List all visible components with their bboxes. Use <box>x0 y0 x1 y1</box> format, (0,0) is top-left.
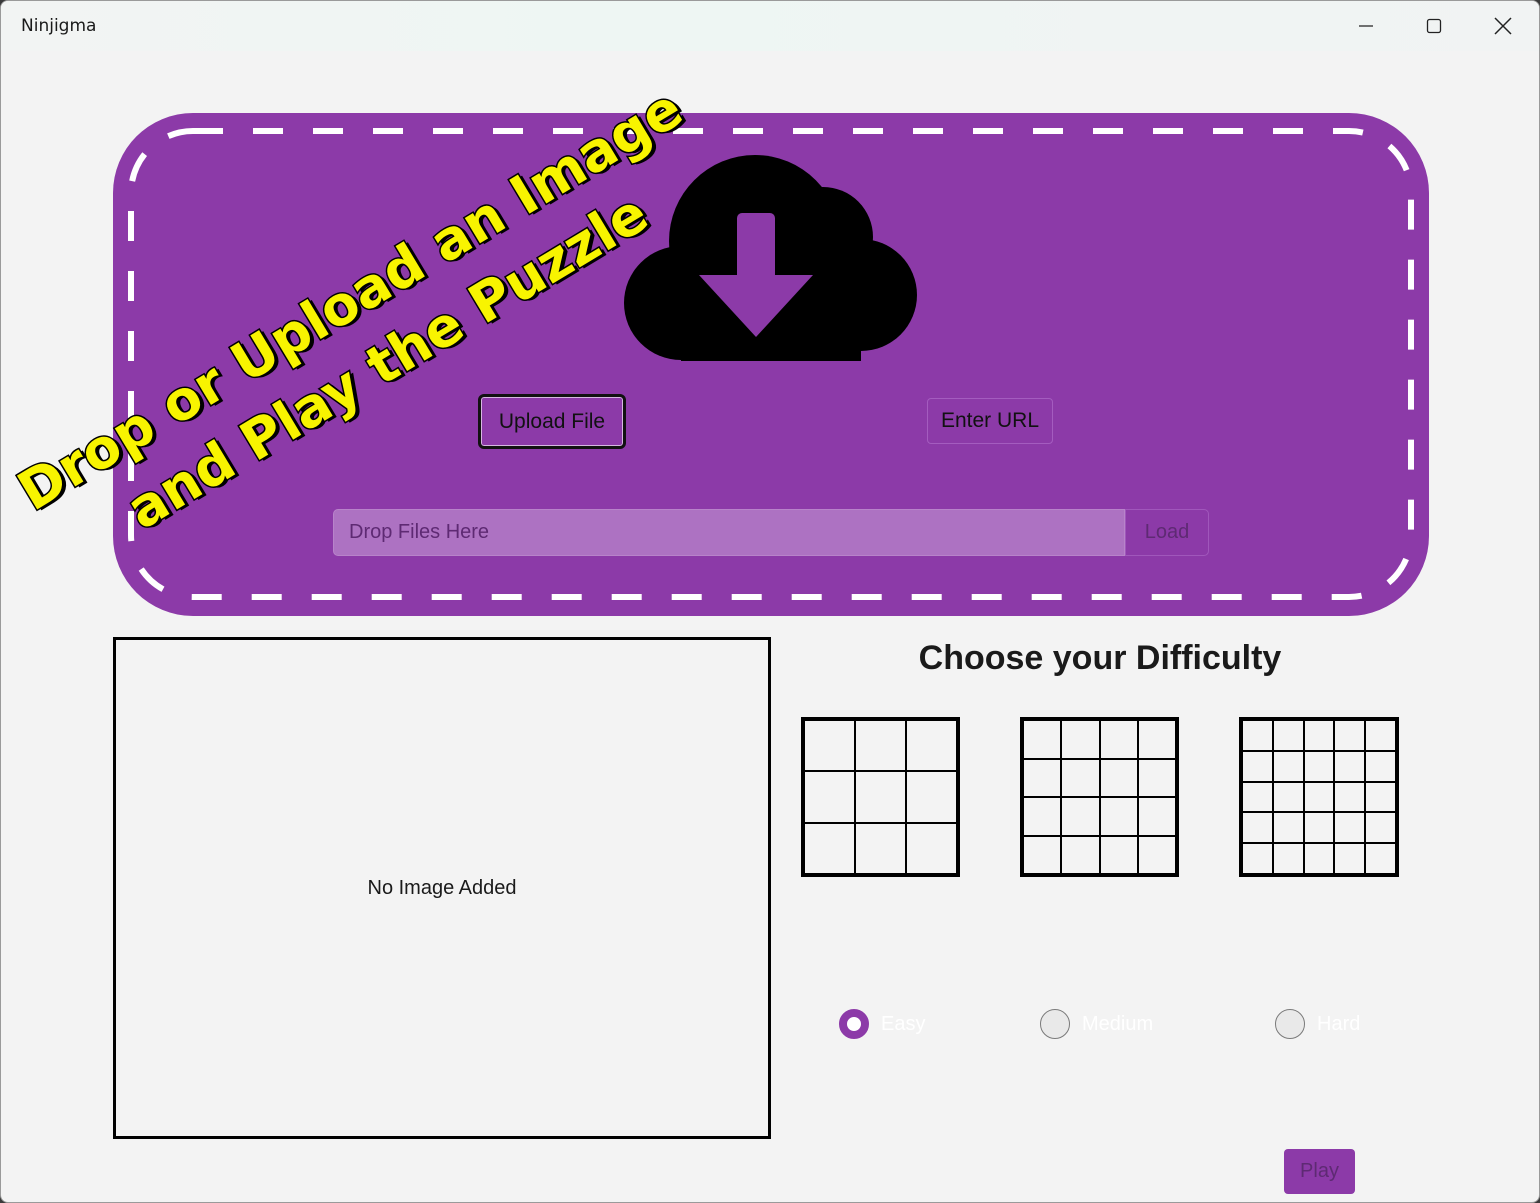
grid-cell <box>1099 758 1138 797</box>
play-button[interactable]: Play <box>1284 1149 1355 1194</box>
grid-cell <box>1303 843 1335 874</box>
window-title: Ninjigma <box>21 16 97 36</box>
grid-cell <box>1334 781 1366 813</box>
radio-easy[interactable]: Easy <box>839 1009 925 1039</box>
close-icon <box>1494 17 1512 35</box>
grid-cell <box>1272 843 1304 874</box>
maximize-icon <box>1426 18 1442 34</box>
radio-hard[interactable]: Hard <box>1275 1009 1360 1039</box>
enter-url-button[interactable]: Enter URL <box>927 398 1053 444</box>
grid-cell <box>1242 781 1273 813</box>
drop-files-placeholder: Drop Files Here <box>349 521 490 543</box>
hard-grid-preview[interactable] <box>1239 717 1399 877</box>
grid-cell <box>804 822 855 874</box>
grid-cell <box>1242 720 1273 751</box>
drop-files-input[interactable]: Drop Files Here <box>333 509 1125 556</box>
grid-cell <box>906 771 957 823</box>
image-preview: No Image Added <box>113 637 771 1139</box>
no-image-text: No Image Added <box>367 876 517 899</box>
grid-cell <box>1365 720 1396 751</box>
radio-medium-label: Medium <box>1082 1012 1154 1035</box>
grid-cell <box>1334 843 1366 874</box>
grid-cell <box>804 771 855 823</box>
grid-cell <box>906 720 957 772</box>
grid-cell <box>1272 781 1304 813</box>
grid-cell <box>1365 843 1396 874</box>
grid-cell <box>1303 720 1335 751</box>
medium-grid-preview[interactable] <box>1020 717 1179 877</box>
grid-cell <box>1137 835 1176 874</box>
grid-cell <box>1137 797 1176 836</box>
grid-cell <box>1023 758 1062 797</box>
grid-cell <box>1272 720 1304 751</box>
grid-cell <box>1061 720 1100 759</box>
grid-cell <box>906 822 957 874</box>
grid-cell <box>1061 758 1100 797</box>
grid-cell <box>1365 781 1396 813</box>
grid-cell <box>1334 750 1366 782</box>
radio-hard-label: Hard <box>1317 1012 1361 1035</box>
minimize-button[interactable] <box>1332 1 1400 51</box>
title-bar[interactable]: Ninjigma <box>1 1 1539 51</box>
grid-cell <box>855 771 906 823</box>
grid-cell <box>1099 720 1138 759</box>
minimize-icon <box>1358 18 1374 34</box>
grid-cell <box>1242 750 1273 782</box>
grid-cell <box>1137 758 1176 797</box>
difficulty-title: Choose your Difficulty <box>918 639 1282 677</box>
grid-cell <box>1242 812 1273 844</box>
radio-easy-circle[interactable] <box>839 1009 869 1039</box>
grid-cell <box>855 822 906 874</box>
grid-cell <box>1242 843 1273 874</box>
grid-cell <box>1137 720 1176 759</box>
grid-cell <box>1272 812 1304 844</box>
radio-easy-label: Easy <box>881 1012 926 1035</box>
grid-cell <box>1023 720 1062 759</box>
grid-cell <box>1023 835 1062 874</box>
grid-cell <box>1303 781 1335 813</box>
grid-cell <box>1099 797 1138 836</box>
upload-file-button[interactable]: Upload File <box>478 394 626 449</box>
radio-medium-circle[interactable] <box>1040 1009 1070 1039</box>
load-button[interactable]: Load <box>1125 509 1209 556</box>
grid-cell <box>1334 720 1366 751</box>
app-window: Ninjigma Drop or Upload an Image and Pla… <box>0 0 1540 1203</box>
grid-cell <box>1061 835 1100 874</box>
grid-cell <box>1303 750 1335 782</box>
maximize-button[interactable] <box>1400 1 1468 51</box>
grid-cell <box>1061 797 1100 836</box>
easy-grid-preview[interactable] <box>801 717 960 877</box>
radio-medium[interactable]: Medium <box>1040 1009 1153 1039</box>
grid-cell <box>1023 797 1062 836</box>
grid-cell <box>1272 750 1304 782</box>
grid-cell <box>1365 812 1396 844</box>
grid-cell <box>804 720 855 772</box>
grid-cell <box>1303 812 1335 844</box>
close-button[interactable] <box>1469 1 1537 51</box>
grid-cell <box>1334 812 1366 844</box>
grid-cell <box>1099 835 1138 874</box>
radio-hard-circle[interactable] <box>1275 1009 1305 1039</box>
grid-cell <box>1365 750 1396 782</box>
grid-cell <box>855 720 906 772</box>
